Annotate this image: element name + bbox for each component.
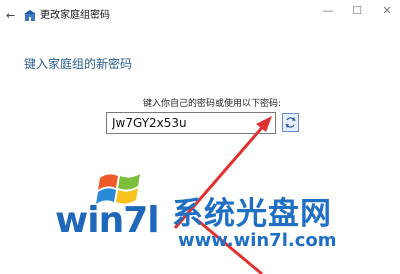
brand-win7-text: win7l (55, 200, 160, 241)
watermark: win7l 系统光盘网 www.win7l.com (0, 170, 400, 274)
brand-site-name: 系统光盘网 (172, 196, 332, 232)
brand-url: www.win7l.com (178, 230, 337, 251)
